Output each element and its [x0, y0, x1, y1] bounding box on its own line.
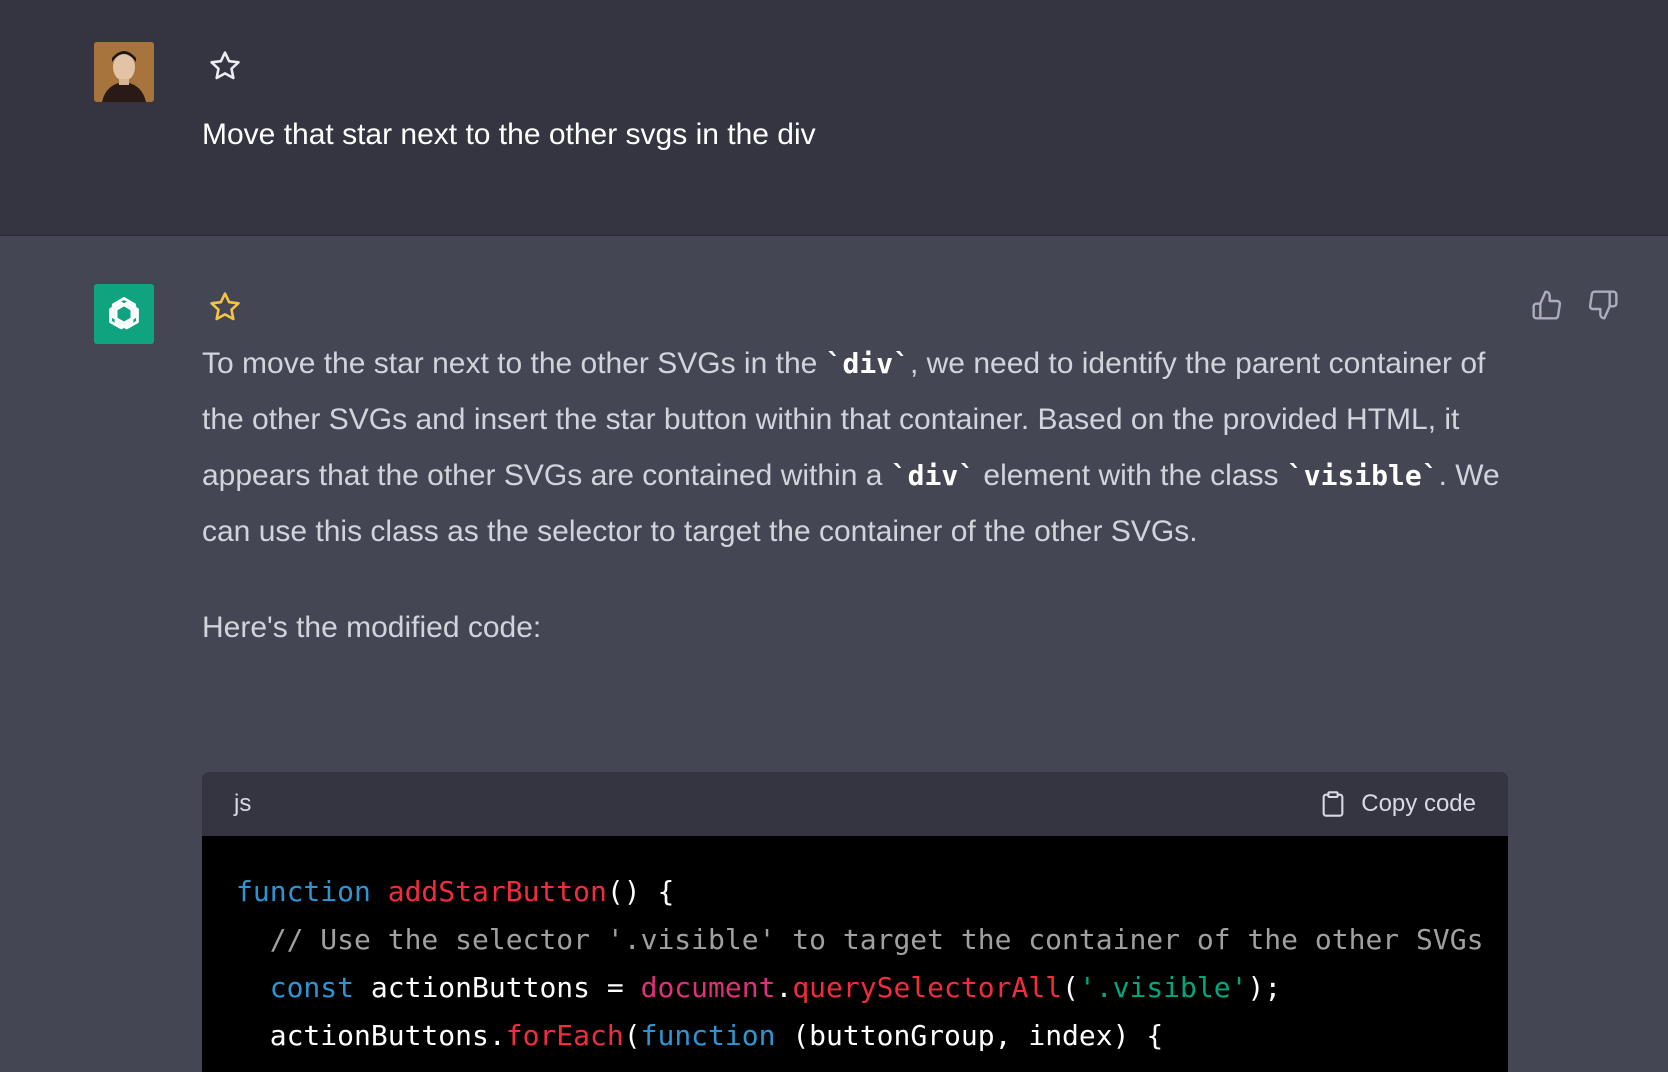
code-token: actionButtons =	[354, 971, 641, 1004]
code-token: actionButtons.	[269, 1019, 506, 1052]
code-token: (	[623, 1019, 641, 1052]
inline-code: `visible`	[1286, 459, 1439, 492]
thumbs-up-button[interactable]	[1530, 288, 1564, 322]
inline-code: `div`	[825, 347, 910, 380]
star-outline-icon	[210, 292, 240, 321]
inline-code: `div`	[890, 459, 976, 492]
code-token: forEach	[505, 1019, 624, 1052]
code-token: addStarButton	[387, 875, 607, 908]
user-portrait-icon	[94, 42, 154, 102]
star-outline-icon	[210, 51, 240, 80]
thumbs-up-icon	[1532, 290, 1562, 320]
code-token: .	[775, 971, 793, 1004]
code-token: const	[269, 971, 355, 1004]
star-button[interactable]	[208, 290, 242, 324]
copy-code-label: Copy code	[1361, 790, 1476, 817]
code-block-header: js Copy code	[202, 772, 1508, 836]
code-content: function addStarButton() { // Use the se…	[202, 836, 1508, 1060]
assistant-message-row: To move the star next to the other SVGs …	[0, 236, 1668, 1072]
answer-paragraph: Here's the modified code:	[202, 611, 542, 644]
code-token: querySelectorAll	[792, 971, 1063, 1004]
code-token: '.visible'	[1078, 971, 1248, 1004]
code-line: const actionButtons = document.querySele…	[236, 964, 1474, 1012]
code-token: );	[1247, 971, 1282, 1004]
thumbs-down-button[interactable]	[1586, 288, 1620, 322]
user-message-row: Move that star next to the other svgs in…	[0, 0, 1668, 236]
answer-text: element with the class	[975, 459, 1287, 492]
code-token: () {	[606, 875, 675, 908]
user-message-text: Move that star next to the other svgs in…	[202, 118, 816, 151]
code-token: // Use the selector '.visible' to target…	[269, 923, 1484, 956]
code-line: // Use the selector '.visible' to target…	[236, 916, 1484, 964]
code-language-label: js	[234, 790, 252, 817]
copy-code-button[interactable]: Copy code	[1319, 789, 1476, 819]
code-line: function addStarButton() {	[236, 868, 1474, 916]
star-button[interactable]	[208, 49, 242, 83]
answer-paragraph: To move the star next to the other SVGs …	[202, 336, 1502, 560]
code-token: (	[1062, 971, 1079, 1004]
openai-logo-icon	[109, 297, 139, 330]
chatgpt-avatar	[94, 284, 154, 344]
code-token: (buttonGroup, index) {	[775, 1019, 1164, 1052]
assistant-message-text: To move the star next to the other SVGs …	[202, 336, 1502, 656]
code-token: function	[236, 875, 371, 908]
user-avatar	[94, 42, 154, 102]
clipboard-icon	[1322, 791, 1344, 817]
thumbs-down-icon	[1588, 290, 1618, 320]
code-line: actionButtons.forEach(function (buttonGr…	[236, 1012, 1474, 1060]
answer-text: To move the star next to the other SVGs …	[202, 347, 826, 380]
code-token: function	[640, 1019, 776, 1052]
code-block: js Copy code function addStarButton() { …	[202, 772, 1508, 1072]
code-token: document	[640, 971, 776, 1004]
